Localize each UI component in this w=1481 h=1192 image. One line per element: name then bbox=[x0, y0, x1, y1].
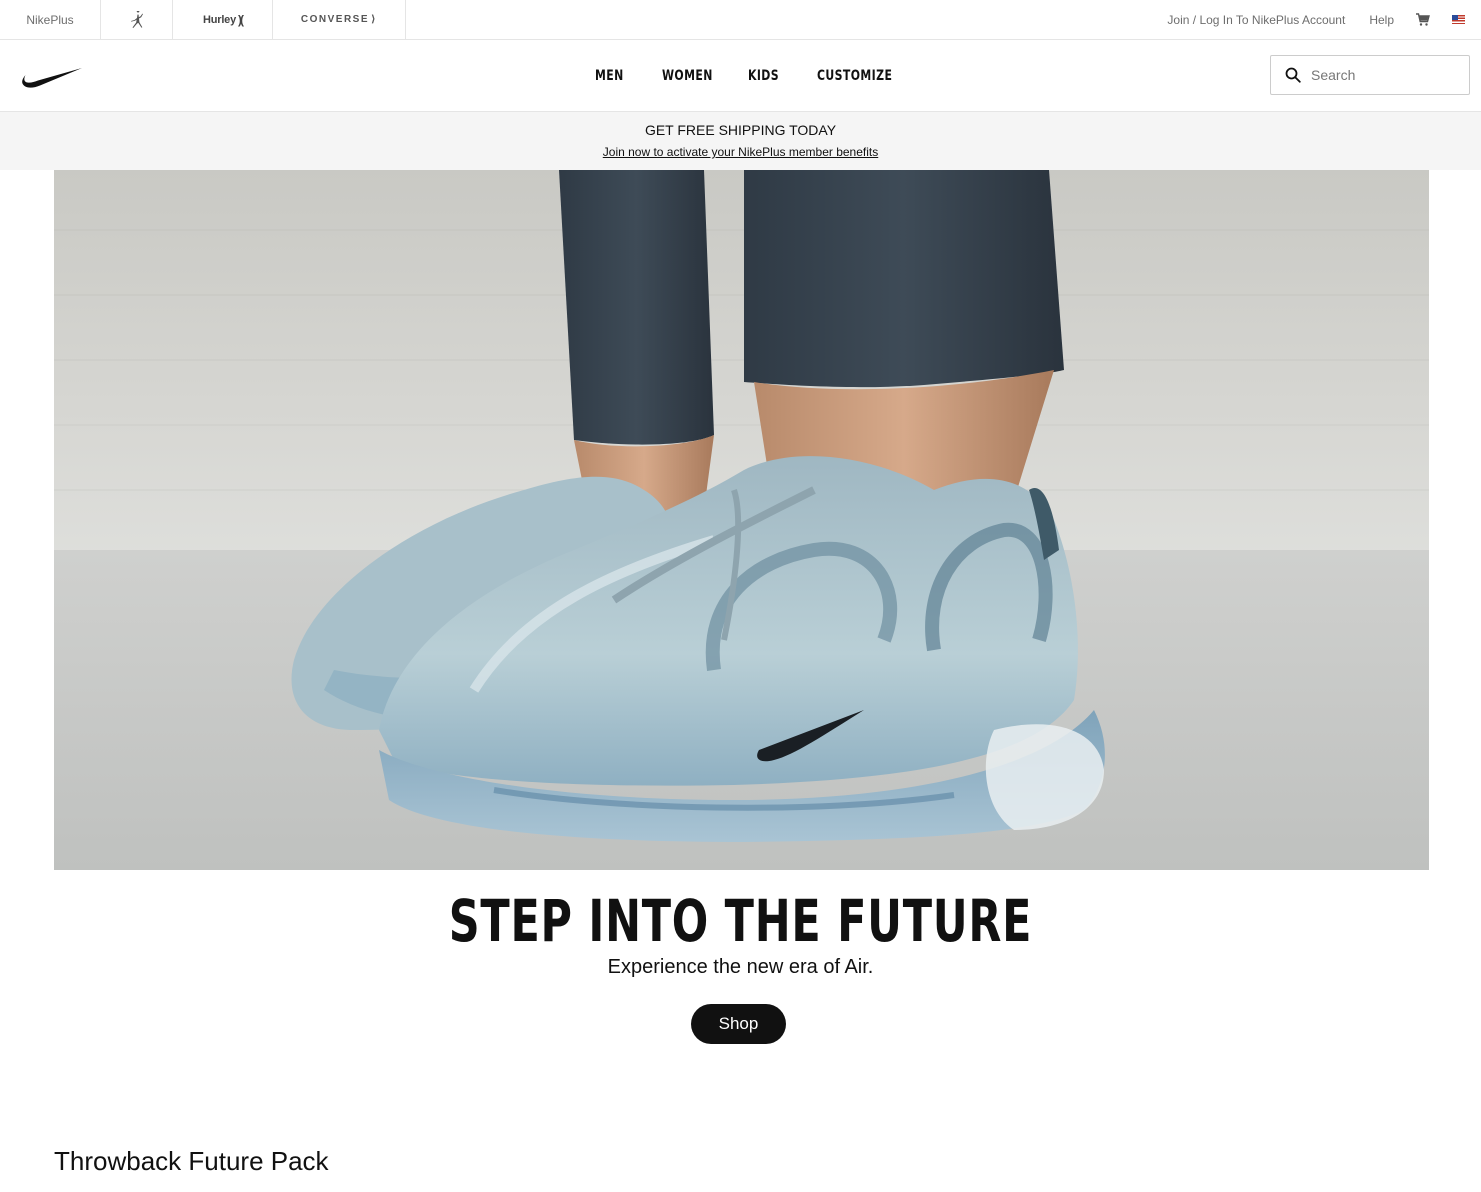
nav-item-kids[interactable]: KIDS bbox=[748, 68, 802, 84]
nav-item-women[interactable]: WOMEN bbox=[662, 68, 729, 84]
nav-item-customize[interactable]: CUSTOMIZE bbox=[817, 68, 895, 84]
nav-item-men[interactable]: MEN bbox=[595, 68, 647, 84]
converse-logo: CONVERSE bbox=[300, 14, 370, 25]
brand-tabs: NikePlus Hurley )( CONVERSE ⟩ bbox=[0, 0, 406, 39]
brand-tab-jordan[interactable] bbox=[101, 0, 173, 39]
main-nav: MEN WOMEN KIDS CUSTOMIZE bbox=[0, 40, 1481, 112]
shop-button[interactable]: Shop bbox=[691, 1004, 786, 1044]
nav-menu: MEN WOMEN KIDS CUSTOMIZE bbox=[595, 40, 917, 111]
search-input[interactable] bbox=[1309, 66, 1459, 84]
cart-icon[interactable] bbox=[1416, 12, 1430, 27]
section-title: Throwback Future Pack bbox=[54, 1146, 329, 1176]
brand-tab-nikeplus[interactable]: NikePlus bbox=[0, 0, 101, 39]
hero-illustration bbox=[54, 170, 1429, 870]
brand-tab-hurley[interactable]: Hurley )( bbox=[173, 0, 273, 39]
hurley-mark-icon: )( bbox=[238, 12, 244, 27]
search-icon[interactable] bbox=[1285, 67, 1301, 83]
sneaker-hero-image[interactable] bbox=[54, 170, 1429, 870]
help-link[interactable]: Help bbox=[1369, 13, 1394, 27]
promo-banner: GET FREE SHIPPING TODAY Join now to acti… bbox=[0, 112, 1481, 170]
hero-headline: STEP INTO THE FUTURE bbox=[448, 887, 1033, 955]
promo-join-link[interactable]: Join now to activate your NikePlus membe… bbox=[0, 145, 1481, 159]
nike-swoosh-logo[interactable] bbox=[21, 65, 82, 88]
converse-chevron-icon: ⟩ bbox=[371, 14, 378, 25]
search-box[interactable] bbox=[1270, 55, 1470, 95]
hero-subtitle: Experience the new era of Air. bbox=[607, 956, 874, 978]
nikeplus-label: NikePlus bbox=[26, 12, 74, 27]
promo-title: GET FREE SHIPPING TODAY bbox=[644, 122, 837, 138]
us-flag-icon[interactable] bbox=[1452, 15, 1465, 24]
utility-links: Join / Log In To NikePlus Account Help bbox=[1167, 0, 1481, 39]
account-link[interactable]: Join / Log In To NikePlus Account bbox=[1167, 13, 1345, 27]
jordan-jumpman-icon bbox=[130, 10, 143, 28]
brand-tab-converse[interactable]: CONVERSE ⟩ bbox=[273, 0, 406, 39]
brand-bar: NikePlus Hurley )( CONVERSE ⟩ Join / Log… bbox=[0, 0, 1481, 40]
hurley-logo: Hurley bbox=[202, 13, 237, 26]
